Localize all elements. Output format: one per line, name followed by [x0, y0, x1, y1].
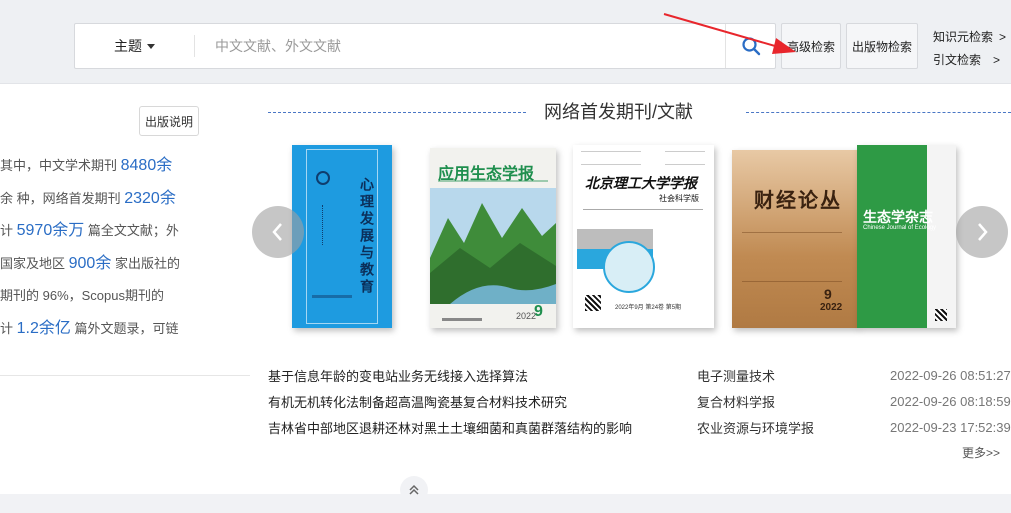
- article-title-link[interactable]: 吉林省中部地区退耕还林对黑土土壤细菌和真菌群落结构的影响: [268, 418, 632, 437]
- journal-cover[interactable]: 生态学杂志 Chinese Journal of Ecology: [857, 145, 956, 328]
- cover-footer: 2022年9月 第24卷 第5期: [615, 305, 682, 311]
- intro-text-part: 计: [0, 223, 17, 238]
- article-source-link[interactable]: 复合材料学报: [697, 392, 775, 411]
- bottom-band: [0, 494, 1011, 513]
- search-input[interactable]: [195, 24, 725, 68]
- intro-line: 计 1.2余亿 篇外文题录，可链: [0, 313, 200, 346]
- collapse-button[interactable]: [400, 476, 428, 504]
- intro-text-part: 计: [0, 320, 17, 336]
- list-item: 有机无机转化法制备超高温陶瓷基复合材料技术研究 复合材料学报 2022-09-2…: [268, 388, 1011, 414]
- cover-title: 财经论丛: [754, 190, 842, 212]
- main-content: 出版说明 其中，中文学术期刊 8480余 余 种，网络首发期刊 2320余 计 …: [0, 84, 1011, 494]
- chevron-right-icon: [978, 223, 988, 241]
- intro-number: 8480余: [120, 157, 173, 174]
- section-title: 网络首发期刊/文献: [544, 102, 694, 122]
- intro-line: 其中，中文学术期刊 8480余: [0, 150, 200, 183]
- cover-issue: 9: [824, 286, 832, 302]
- cover-emblem: [316, 171, 330, 185]
- subject-label: 主题: [114, 38, 142, 54]
- subject-dropdown[interactable]: 主题: [75, 35, 195, 57]
- cover-decoration: [322, 205, 332, 245]
- search-box: 主题: [74, 23, 776, 69]
- publication-search-button[interactable]: 出版物检索: [846, 23, 918, 69]
- journal-cover[interactable]: 心理发展与教育: [292, 145, 392, 328]
- cover-title: 北京理工大学学报: [585, 175, 697, 191]
- cover-title: 生态学杂志: [863, 209, 933, 225]
- cover-emblem: [603, 241, 655, 293]
- qr-code-icon: [935, 309, 947, 321]
- cover-decoration: [742, 232, 842, 282]
- citation-search-label: 引文检索: [933, 53, 982, 67]
- cover-subtitle: 社会科学版: [659, 194, 699, 203]
- cover-decoration: [665, 151, 705, 165]
- publication-note-button[interactable]: 出版说明: [139, 106, 199, 136]
- cover-decoration: [927, 145, 956, 328]
- carousel-prev-button[interactable]: [252, 206, 304, 258]
- search-button[interactable]: [725, 24, 775, 68]
- cover-year: 2022: [516, 311, 537, 321]
- dashed-divider: [746, 112, 1011, 113]
- cover-decoration: [438, 180, 548, 182]
- list-item: 基于信息年龄的变电站业务无线接入选择算法 电子测量技术 2022-09-26 0…: [268, 362, 1011, 388]
- intro-text-part: 篇外文题录，可链: [70, 320, 179, 336]
- article-date: 2022-09-23 17:52:39: [890, 419, 1011, 435]
- intro-text: 其中，中文学术期刊 8480余 余 种，网络首发期刊 2320余 计 5970余…: [0, 150, 200, 345]
- intro-text-part: 余 种，网络首发期刊: [0, 190, 125, 206]
- section-header: 网络首发期刊/文献: [268, 98, 1011, 126]
- cover-decoration: [581, 151, 641, 165]
- intro-line: 余 种，网络首发期刊 2320余: [0, 183, 200, 216]
- article-source-link[interactable]: 农业资源与环境学报: [697, 418, 814, 437]
- divider: [0, 375, 250, 376]
- carousel-next-button[interactable]: [956, 206, 1008, 258]
- journal-cover[interactable]: 北京理工大学学报 社会科学版 2022年9月 第24卷 第5期: [573, 145, 714, 328]
- article-source-link[interactable]: 电子测量技术: [697, 366, 775, 385]
- chevron-right-icon: >: [993, 53, 1001, 67]
- intro-number: 900余: [68, 254, 112, 272]
- article-title-link[interactable]: 基于信息年龄的变电站业务无线接入选择算法: [268, 366, 528, 385]
- search-icon: [741, 37, 760, 56]
- journal-carousel: 心理发展与教育 应用生态学报 9 2022 北京理工大学学报 社会科学版 202…: [250, 142, 1011, 332]
- intro-text-part: 期刊的 96%，Scopus期刊的: [0, 288, 164, 303]
- cover-landscape-image: [430, 188, 556, 304]
- article-title-link[interactable]: 有机无机转化法制备超高温陶瓷基复合材料技术研究: [268, 392, 567, 411]
- caret-down-icon: [147, 43, 155, 49]
- list-item: 吉林省中部地区退耕还林对黑土土壤细菌和真菌群落结构的影响 农业资源与环境学报 2…: [268, 414, 1011, 440]
- advanced-search-button[interactable]: 高级检索: [781, 23, 841, 69]
- cover-decoration: [583, 209, 703, 210]
- citation-search-link[interactable]: 引文检索 >: [933, 49, 1006, 72]
- intro-line: 计 5970余万 篇全文文献；外: [0, 215, 200, 248]
- intro-line: 期刊的 96%，Scopus期刊的: [0, 280, 200, 313]
- cover-subtitle: Chinese Journal of Ecology: [863, 225, 937, 231]
- more-link[interactable]: 更多>>: [962, 444, 1000, 461]
- intro-text-part: 篇全文文献；外: [84, 223, 179, 238]
- intro-text-part: 其中，中文学术期刊: [0, 158, 121, 173]
- cover-title: 心理发展与教育: [359, 177, 375, 296]
- intro-number: 2320余: [124, 189, 176, 207]
- intro-text-part: 家出版社的: [111, 255, 180, 271]
- top-search-band: 主题 高级检索 出版物检索 知识元检索 > 引文检索 >: [0, 0, 1011, 84]
- article-date: 2022-09-26 08:51:27: [890, 367, 1011, 383]
- intro-number: 5970余万: [16, 222, 85, 239]
- journal-cover[interactable]: 财经论丛 9 2022: [732, 150, 858, 328]
- cover-decoration: [312, 295, 352, 298]
- cover-year: 2022: [820, 302, 843, 313]
- cover-decoration: [442, 318, 482, 321]
- knowledge-search-label: 知识元检索: [933, 30, 994, 44]
- intro-number: 1.2余亿: [16, 319, 71, 337]
- double-chevron-up-icon: [409, 484, 419, 495]
- article-list: 基于信息年龄的变电站业务无线接入选择算法 电子测量技术 2022-09-26 0…: [268, 362, 1011, 440]
- dashed-divider: [268, 112, 526, 113]
- article-date: 2022-09-26 08:18:59: [890, 393, 1011, 409]
- knowledge-search-link[interactable]: 知识元检索 >: [933, 26, 1006, 49]
- intro-line: 国家及地区 900余 家出版社的: [0, 248, 200, 281]
- journal-cover[interactable]: 应用生态学报 9 2022: [430, 148, 556, 328]
- chevron-left-icon: [272, 223, 282, 241]
- side-links: 知识元检索 > 引文检索 >: [933, 26, 1006, 72]
- qr-code-icon: [585, 295, 601, 311]
- intro-text-part: 国家及地区: [0, 255, 69, 271]
- chevron-right-icon: >: [999, 30, 1007, 44]
